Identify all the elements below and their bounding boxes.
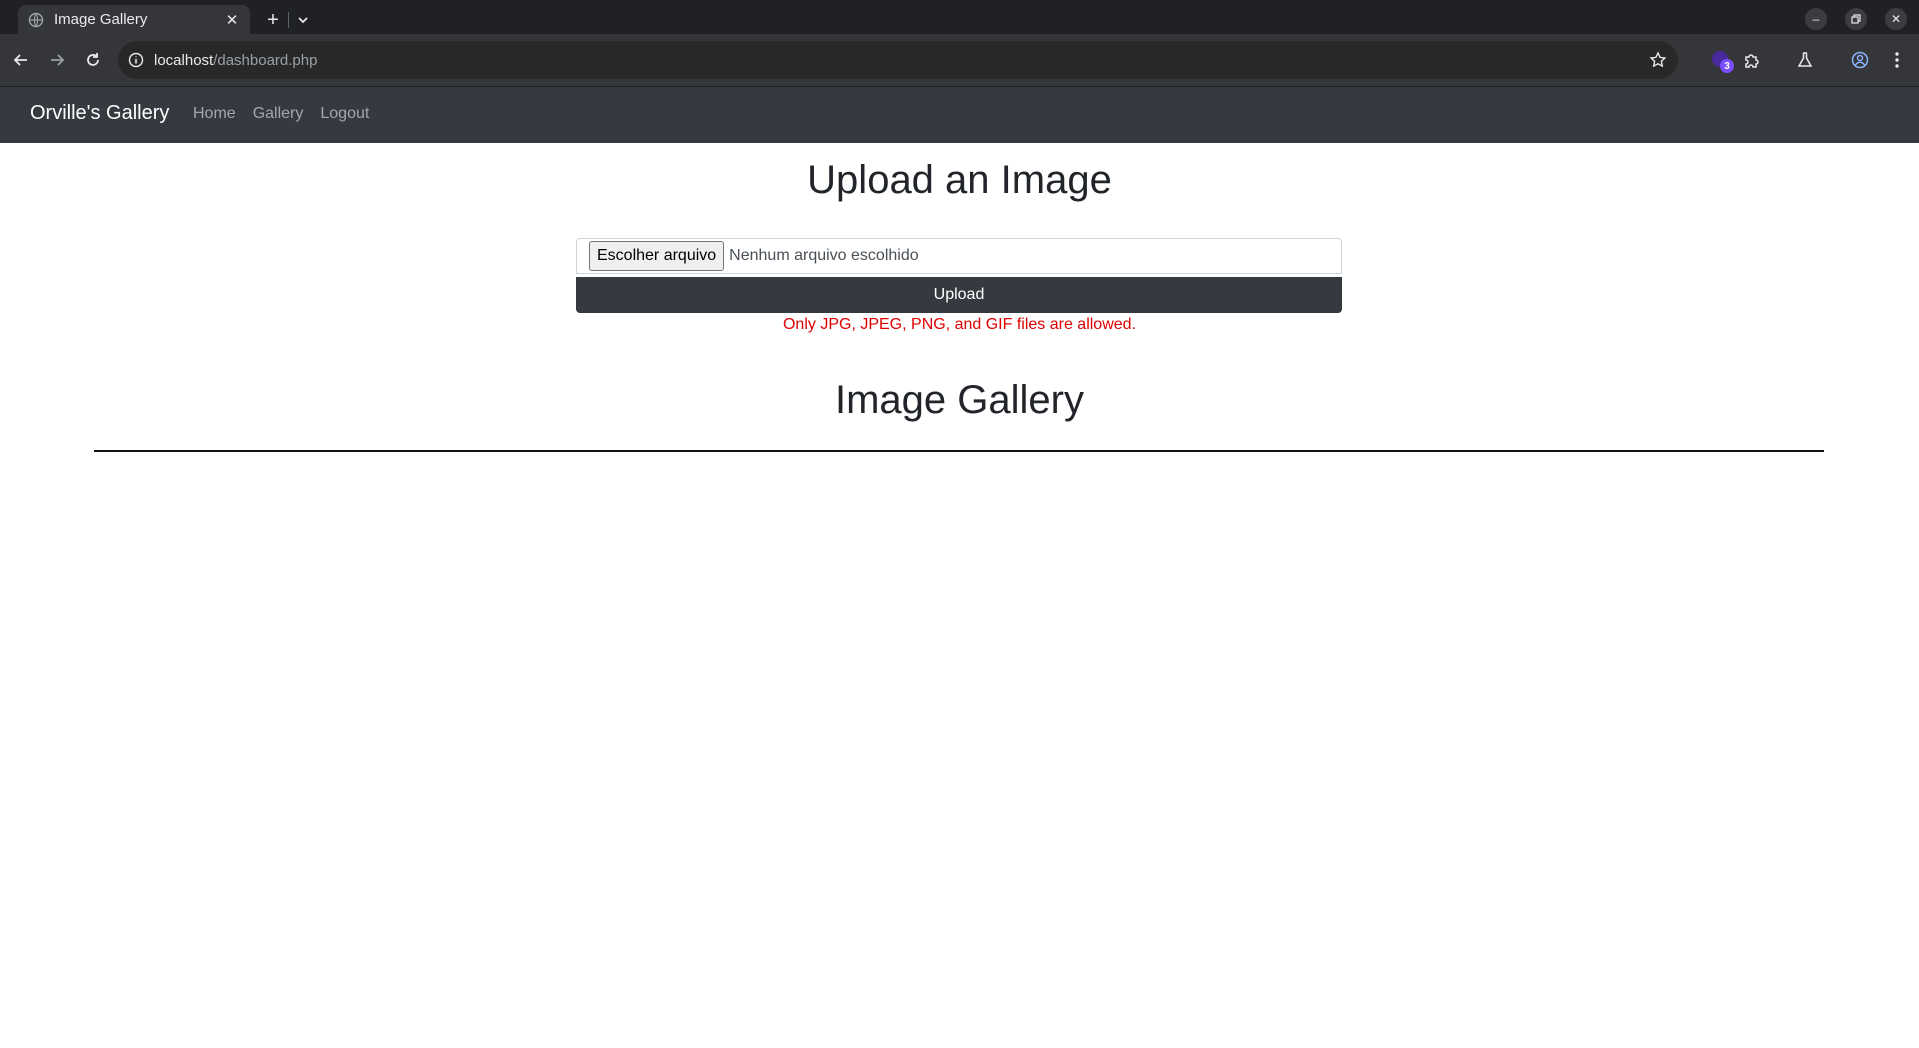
tab-title: Image Gallery	[54, 11, 148, 28]
extension-badge-count: 3	[1720, 59, 1734, 73]
nav-home-link[interactable]: Home	[193, 105, 236, 123]
site-navbar: Orville's Gallery Home Gallery Logout	[0, 87, 1919, 143]
close-window-icon[interactable]: ✕	[1885, 8, 1907, 30]
labs-flask-icon[interactable]	[1793, 48, 1817, 72]
url-path: /dashboard.php	[213, 51, 318, 69]
choose-file-button[interactable]: Escolher arquivo	[589, 241, 725, 271]
nav-gallery-link[interactable]: Gallery	[253, 105, 304, 123]
back-icon[interactable]	[9, 48, 33, 72]
nav-logout-link[interactable]: Logout	[320, 105, 369, 123]
file-input[interactable]: Escolher arquivo Nenhum arquivo escolhid…	[576, 238, 1342, 274]
reload-icon[interactable]	[81, 48, 105, 72]
profile-avatar-icon[interactable]	[1848, 48, 1872, 72]
globe-icon	[28, 12, 44, 28]
close-tab-icon[interactable]: ✕	[222, 10, 242, 30]
extension-badge[interactable]: 3	[1710, 47, 1736, 73]
upload-button[interactable]: Upload	[576, 277, 1342, 313]
tab-separator	[288, 12, 289, 28]
extensions-puzzle-icon[interactable]	[1740, 48, 1764, 72]
brand-link[interactable]: Orville's Gallery	[30, 102, 169, 125]
bookmark-star-icon[interactable]	[1648, 50, 1668, 70]
browser-tab-strip: Image Gallery ✕ + – ✕	[0, 0, 1919, 34]
minimize-icon[interactable]: –	[1805, 8, 1827, 30]
restore-icon[interactable]	[1845, 8, 1867, 30]
new-tab-icon[interactable]: +	[262, 9, 284, 31]
upload-error-message: Only JPG, JPEG, PNG, and GIF files are a…	[782, 316, 1136, 333]
upload-heading: Upload an Image	[807, 158, 1112, 202]
menu-kebab-icon[interactable]	[1885, 48, 1909, 72]
address-bar[interactable]: localhost/dashboard.php	[118, 41, 1678, 79]
nav-links: Home Gallery Logout	[193, 105, 369, 123]
forward-icon[interactable]	[45, 48, 69, 72]
file-status-text: Nenhum arquivo escolhido	[729, 247, 919, 264]
gallery-heading: Image Gallery	[835, 378, 1084, 422]
url-host: localhost	[154, 51, 214, 69]
chevron-down-icon[interactable]	[292, 9, 314, 31]
site-info-icon[interactable]	[126, 50, 146, 70]
gallery-divider	[94, 450, 1824, 452]
browser-toolbar: localhost/dashboard.php 3	[0, 34, 1919, 87]
browser-tab[interactable]: Image Gallery ✕	[18, 5, 250, 34]
